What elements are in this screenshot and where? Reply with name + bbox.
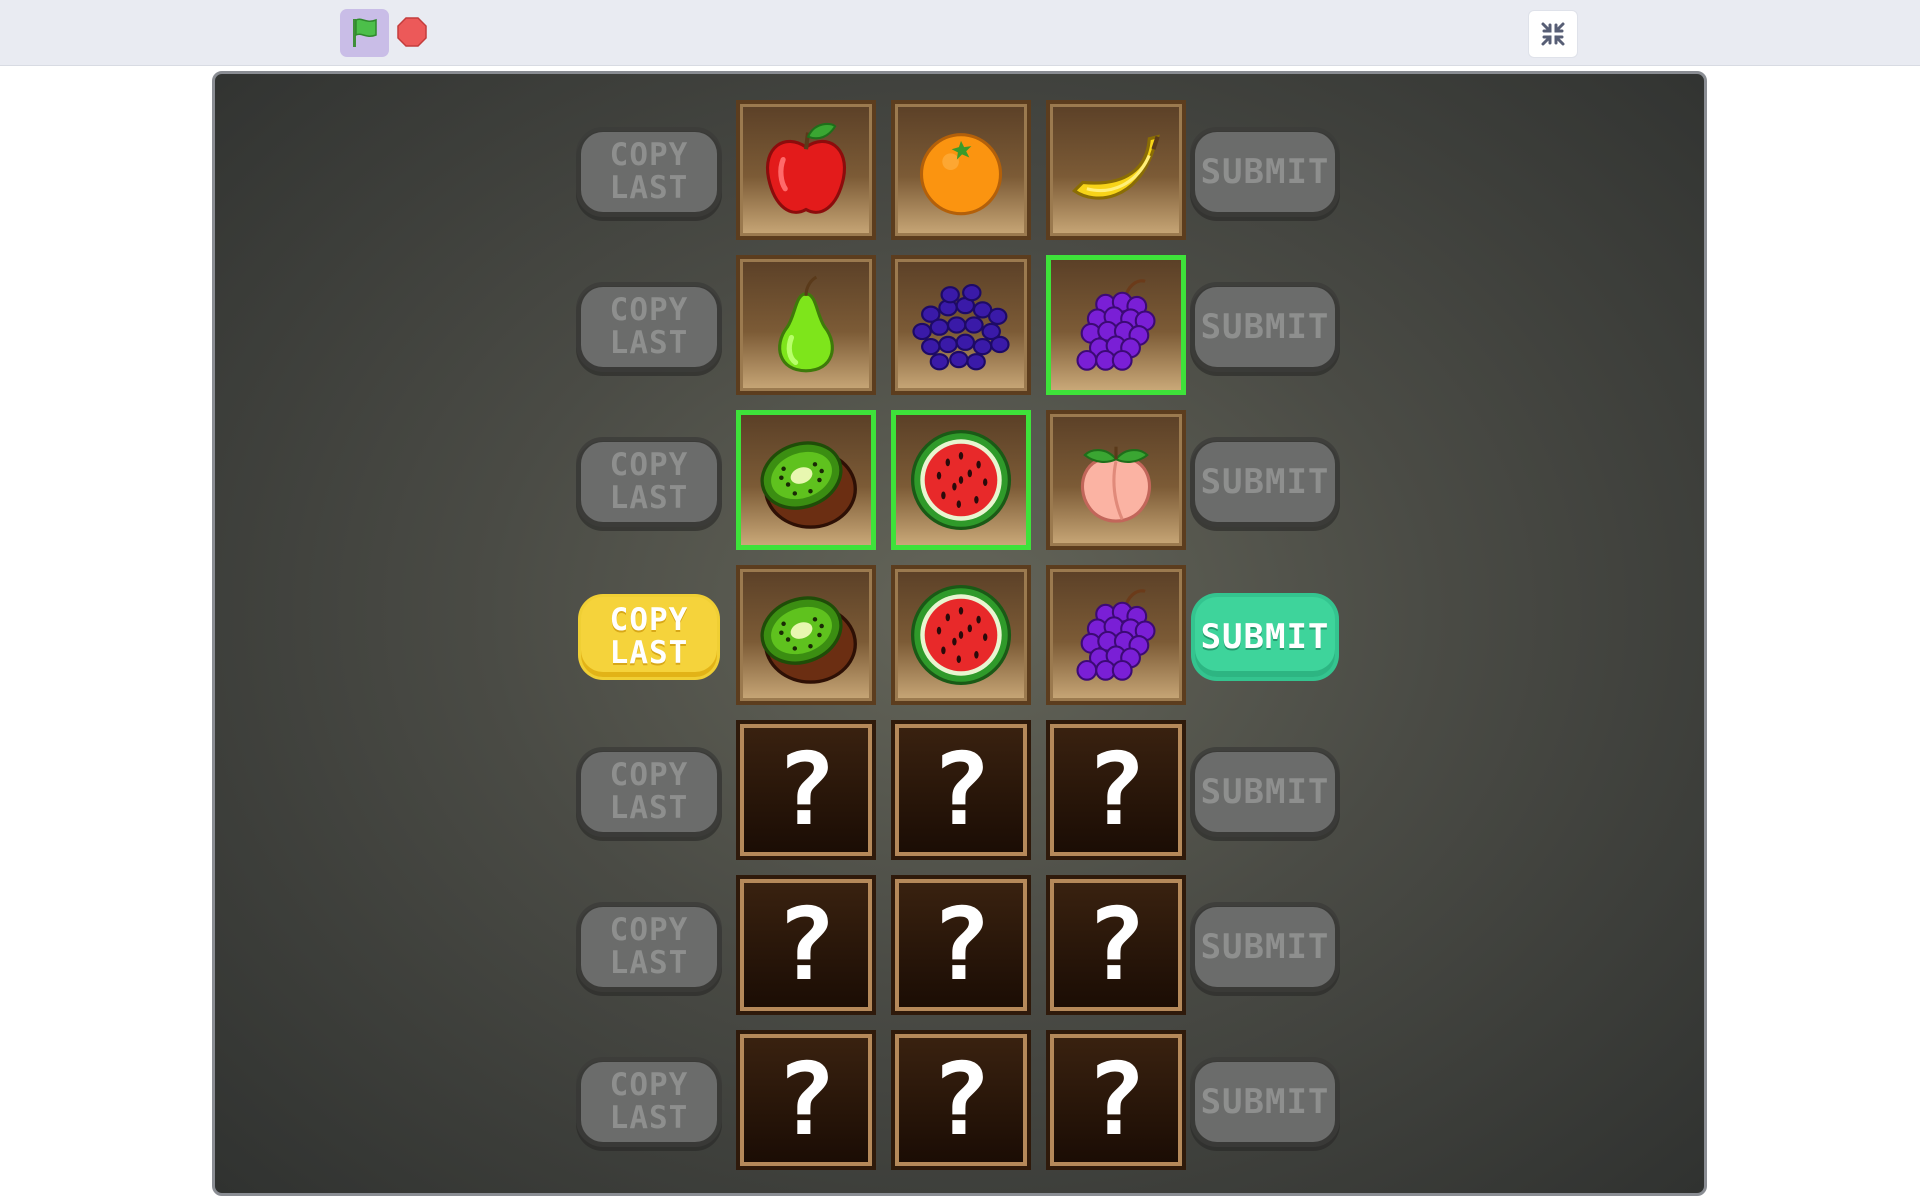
fruit-tile-kiwi[interactable]: [736, 565, 876, 705]
copy-label-line1: COPY: [609, 292, 689, 328]
green-flag-button[interactable]: [340, 9, 389, 57]
question-mark: ?: [1085, 1041, 1147, 1158]
copy-label-line1: COPY: [609, 912, 689, 948]
stop-icon: [397, 17, 427, 47]
fruit-tile-apple[interactable]: [736, 100, 876, 240]
mystery-tile[interactable]: ?: [736, 720, 876, 860]
banana-icon: [1064, 118, 1168, 222]
copy-last-button[interactable]: COPY LAST: [581, 132, 717, 212]
copy-last-button[interactable]: COPY LAST: [581, 1062, 717, 1142]
mystery-tile[interactable]: ?: [736, 1030, 876, 1170]
mystery-tile[interactable]: ?: [1046, 1030, 1186, 1170]
mystery-tile[interactable]: ?: [891, 720, 1031, 860]
copy-label-line1: COPY: [609, 137, 689, 173]
fruit-tile-peach[interactable]: [1046, 410, 1186, 550]
question-mark: ?: [1085, 731, 1147, 848]
copy-last-button[interactable]: COPY LAST: [581, 597, 717, 677]
grapes-icon: [1064, 273, 1168, 377]
copy-label-line2: LAST: [609, 790, 689, 826]
submit-button[interactable]: SUBMIT: [1195, 1062, 1335, 1142]
mystery-tile[interactable]: ?: [891, 1030, 1031, 1170]
guess-row: COPY LAST SUBMIT: [215, 565, 1704, 705]
copy-label-line1: COPY: [609, 1067, 689, 1103]
copy-label-line1: COPY: [609, 447, 689, 483]
mystery-tile[interactable]: ?: [1046, 720, 1186, 860]
watermelon-icon: [906, 580, 1016, 690]
kiwi-icon: [750, 579, 862, 691]
apple-icon: [754, 118, 858, 222]
guess-row: COPY LAST SUBMIT: [215, 255, 1704, 395]
copy-label-line1: COPY: [609, 757, 689, 793]
submit-button[interactable]: SUBMIT: [1195, 132, 1335, 212]
stop-button[interactable]: [397, 17, 427, 47]
mystery-tile[interactable]: ?: [1046, 875, 1186, 1015]
fruit-tile-pear[interactable]: [736, 255, 876, 395]
fruit-tile-watermelon[interactable]: [891, 410, 1031, 550]
copy-label-line2: LAST: [609, 480, 689, 516]
guess-row: COPY LAST SUBMIT: [215, 100, 1704, 240]
mystery-tile[interactable]: ?: [736, 875, 876, 1015]
fruit-tile-orange[interactable]: [891, 100, 1031, 240]
guess-row: COPY LAST SUBMIT: [215, 410, 1704, 550]
question-mark: ?: [930, 886, 992, 1003]
fruit-tile-kiwi[interactable]: [736, 410, 876, 550]
submit-button[interactable]: SUBMIT: [1195, 442, 1335, 522]
exit-fullscreen-button[interactable]: [1528, 10, 1578, 58]
submit-button[interactable]: SUBMIT: [1195, 907, 1335, 987]
green-flag-icon: [352, 18, 377, 47]
copy-last-button[interactable]: COPY LAST: [581, 752, 717, 832]
copy-label-line2: LAST: [609, 945, 689, 981]
mystery-tile[interactable]: ?: [891, 875, 1031, 1015]
guess-row: COPY LAST??? SUBMIT: [215, 875, 1704, 1015]
question-mark: ?: [775, 731, 837, 848]
blueberries-icon: [907, 271, 1015, 379]
guess-row: COPY LAST??? SUBMIT: [215, 1030, 1704, 1170]
copy-label-line2: LAST: [609, 1100, 689, 1136]
submit-button[interactable]: SUBMIT: [1195, 752, 1335, 832]
copy-label-line2: LAST: [609, 325, 689, 361]
kiwi-icon: [750, 424, 862, 536]
fruit-tile-grapes[interactable]: [1046, 255, 1186, 395]
question-mark: ?: [930, 731, 992, 848]
orange-icon: [909, 118, 1013, 222]
fruit-tile-grapes[interactable]: [1046, 565, 1186, 705]
fruit-tile-watermelon[interactable]: [891, 565, 1031, 705]
copy-last-button[interactable]: COPY LAST: [581, 287, 717, 367]
copy-label-line1: COPY: [609, 602, 689, 638]
peach-icon: [1064, 428, 1168, 532]
pear-icon: [754, 273, 858, 377]
guess-row: COPY LAST??? SUBMIT: [215, 720, 1704, 860]
game-stage: COPY LAST SUBMIT COPY LAST SUBMIT COPY LAST SUBM…: [212, 71, 1707, 1196]
grapes-icon: [1064, 583, 1168, 687]
copy-last-button[interactable]: COPY LAST: [581, 907, 717, 987]
submit-button[interactable]: SUBMIT: [1195, 597, 1335, 677]
question-mark: ?: [775, 1041, 837, 1158]
exit-fullscreen-icon: [1541, 22, 1565, 46]
copy-last-button[interactable]: COPY LAST: [581, 442, 717, 522]
copy-label-line2: LAST: [609, 170, 689, 206]
toolbar: [0, 0, 1920, 66]
fruit-tile-blueberries[interactable]: [891, 255, 1031, 395]
copy-label-line2: LAST: [609, 635, 689, 671]
question-mark: ?: [1085, 886, 1147, 1003]
watermelon-icon: [906, 425, 1016, 535]
submit-button[interactable]: SUBMIT: [1195, 287, 1335, 367]
fruit-tile-banana[interactable]: [1046, 100, 1186, 240]
question-mark: ?: [775, 886, 837, 1003]
question-mark: ?: [930, 1041, 992, 1158]
